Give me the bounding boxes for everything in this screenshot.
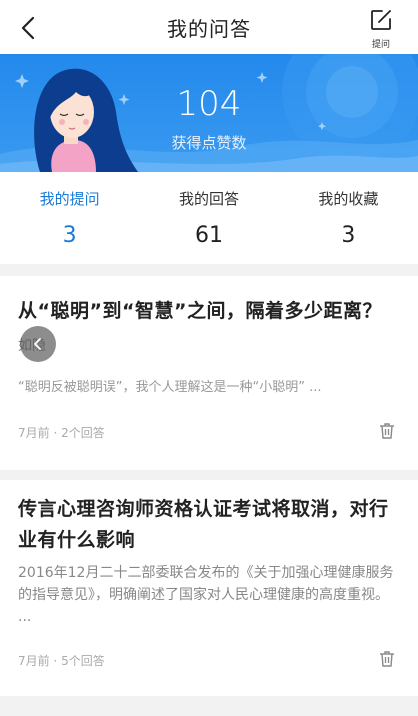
ask-question-button[interactable]: 提问	[366, 8, 396, 50]
tab-count: 61	[194, 223, 223, 248]
chevron-left-icon	[21, 16, 35, 40]
question-card[interactable]: 传言心理咨询师资格认证考试将取消，对行业有什么影响 2016年12月二十二部委联…	[0, 480, 418, 696]
tab-my-questions[interactable]: 我的提问 3	[0, 172, 139, 264]
question-excerpt: “聪明反被聪明误”，我个人理解这是一种“小聪明” ...	[18, 380, 322, 395]
question-card[interactable]: 从“聪明”到“智慧”之间，隔着多少距离？ 如隐 “聪明反被聪明误”，我个人理解这…	[0, 276, 418, 470]
question-meta: 7月前 · 5个回答	[18, 654, 105, 668]
back-button[interactable]	[14, 13, 44, 43]
tab-label: 我的回答	[178, 190, 239, 208]
tab-bar: 我的提问 3 我的回答 61 我的收藏 3	[0, 172, 418, 264]
chevron-left-icon	[34, 338, 41, 350]
likes-label: 获得点赞数	[171, 134, 247, 152]
tab-count: 3	[62, 223, 77, 248]
question-excerpt: 2016年12月二十二部委联合发布的《关于加强心理健康服务的指导意见》，明确阐述…	[18, 565, 394, 625]
question-author: 如隐	[18, 335, 400, 355]
trash-icon[interactable]	[378, 422, 396, 440]
question-title[interactable]: 传言心理咨询师资格认证考试将取消，对行业有什么影响	[18, 494, 400, 556]
edit-square-icon	[371, 10, 391, 30]
question-title[interactable]: 从“聪明”到“智慧”之间，隔着多少距离？	[18, 296, 400, 327]
likes-count: 104	[176, 84, 242, 124]
top-bar: 我的问答 提问	[0, 0, 418, 54]
question-meta: 7月前 · 2个回答	[18, 426, 105, 440]
tab-label: 我的提问	[39, 190, 100, 208]
tab-my-answers[interactable]: 我的回答 61	[139, 172, 278, 264]
trash-icon[interactable]	[378, 650, 396, 668]
ask-button-label: 提问	[371, 40, 390, 50]
likes-banner: 104 获得点赞数	[0, 54, 418, 172]
floating-back-handle[interactable]	[20, 326, 56, 362]
tab-label: 我的收藏	[318, 190, 379, 208]
page-title: 我的问答	[167, 16, 251, 41]
tab-my-favorites[interactable]: 我的收藏 3	[279, 172, 418, 264]
tab-count: 3	[341, 223, 356, 248]
